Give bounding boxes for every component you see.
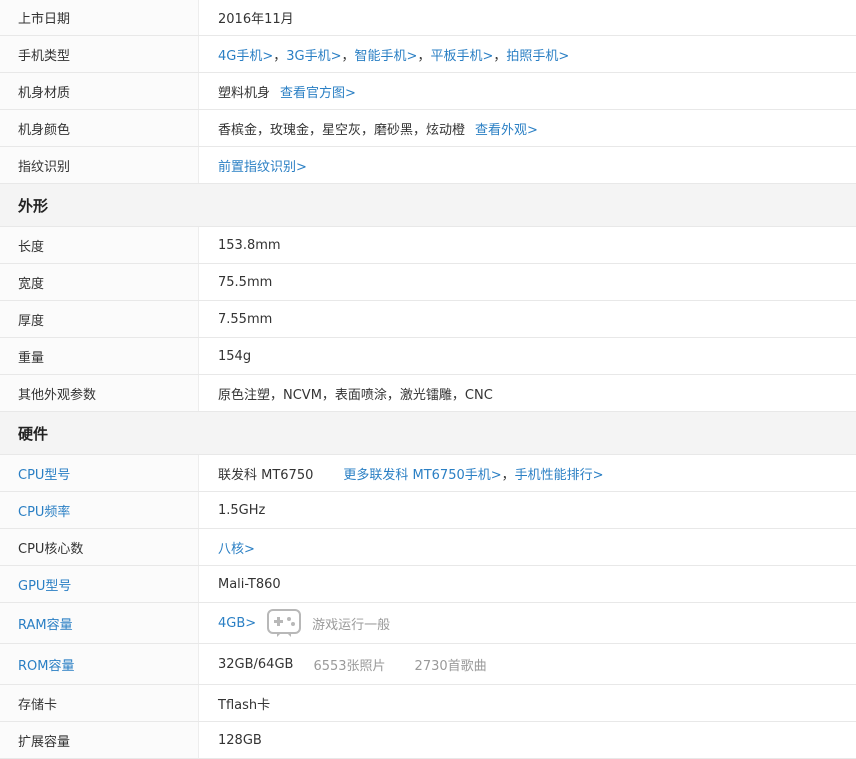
spec-value: 香槟金，玫瑰金，星空灰，磨砂黑，炫动橙 查看外观> [199, 110, 856, 146]
ram-label-link[interactable]: RAM容量 [0, 603, 199, 643]
color-text: 香槟金，玫瑰金，星空灰，磨砂黑，炫动橙 [218, 122, 466, 138]
type-link-smart[interactable]: 智能手机> [355, 45, 418, 64]
spec-value: 32GB/64GB 6553张照片 2730首歌曲 [199, 644, 856, 684]
type-link-4g[interactable]: 4G手机> [218, 45, 273, 64]
spec-value: 1.5GHz [218, 502, 266, 518]
view-appearance-link[interactable]: 查看外观> [475, 119, 538, 138]
spec-label: 指纹识别 [0, 147, 199, 183]
spec-row-rom: ROM容量 32GB/64GB 6553张照片 2730首歌曲 [0, 644, 856, 685]
spec-row-length: 长度 153.8mm [0, 227, 856, 264]
spec-value: 4GB> 游戏运行一般 [199, 603, 856, 643]
gamepad-icon [266, 607, 302, 639]
fingerprint-link[interactable]: 前置指纹识别> [218, 156, 307, 175]
cpu-model-text: 联发科 MT6750 [218, 467, 314, 483]
type-link-phablet[interactable]: 平板手机> [430, 45, 493, 64]
spec-label: 机身材质 [0, 73, 199, 109]
section-header-appearance: 外形 [0, 184, 856, 227]
spec-value: 八核> [199, 529, 856, 565]
spec-row-release-date: 上市日期 2016年11月 [0, 0, 856, 36]
view-official-images-link[interactable]: 查看官方图> [280, 82, 356, 101]
separator: ， [341, 48, 355, 64]
spec-label: 其他外观参数 [0, 375, 199, 411]
spec-label: 上市日期 [0, 0, 199, 35]
spec-row-phone-type: 手机类型 4G手机> ， 3G手机> ， 智能手机> ， 平板手机> ， 拍照手… [0, 36, 856, 73]
spec-label: 机身颜色 [0, 110, 199, 146]
spec-label: 重量 [0, 338, 199, 374]
separator: ， [273, 48, 287, 64]
spec-row-ram: RAM容量 4GB> 游戏运行一般 [0, 603, 856, 644]
ram-4gb-link[interactable]: 4GB> [218, 616, 256, 631]
spec-row-cpu-frequency: CPU频率 1.5GHz [0, 492, 856, 529]
spec-value: 153.8mm [218, 237, 281, 253]
spec-value: Tflash卡 [218, 697, 271, 713]
spec-table: 上市日期 2016年11月 手机类型 4G手机> ， 3G手机> ， 智能手机>… [0, 0, 856, 759]
spec-label: 厚度 [0, 301, 199, 337]
spec-value: 联发科 MT6750 更多联发科 MT6750手机> ， 手机性能排行> [199, 455, 856, 491]
spec-value: 原色注塑，NCVM，表面喷涂，激光镭雕，CNC [218, 387, 493, 403]
spec-value: 128GB [218, 732, 262, 748]
gpu-label-link[interactable]: GPU型号 [0, 566, 199, 602]
performance-ranking-link[interactable]: 手机性能排行> [515, 464, 604, 483]
separator: ， [493, 48, 507, 64]
spec-row-weight: 重量 154g [0, 338, 856, 375]
rom-label-link[interactable]: ROM容量 [0, 644, 199, 684]
song-capacity-note: 2730首歌曲 [414, 658, 487, 674]
spec-value: Mali-T860 [218, 576, 281, 592]
spec-label: 长度 [0, 227, 199, 263]
spec-row-expansion: 扩展容量 128GB [0, 722, 856, 759]
spec-row-gpu: GPU型号 Mali-T860 [0, 566, 856, 603]
spec-label: 存储卡 [0, 685, 199, 721]
spec-value: 4G手机> ， 3G手机> ， 智能手机> ， 平板手机> ， 拍照手机> [199, 36, 856, 72]
photo-capacity-note: 6553张照片 [313, 658, 386, 674]
cpu-frequency-label-link[interactable]: CPU频率 [0, 492, 199, 528]
separator: ， [501, 467, 515, 483]
spec-row-other-appearance: 其他外观参数 原色注塑，NCVM，表面喷涂，激光镭雕，CNC [0, 375, 856, 412]
spec-value: 75.5mm [218, 274, 273, 290]
type-link-3g[interactable]: 3G手机> [286, 45, 341, 64]
spec-row-fingerprint: 指纹识别 前置指纹识别> [0, 147, 856, 184]
spec-row-cpu-cores: CPU核心数 八核> [0, 529, 856, 566]
octa-core-link[interactable]: 八核> [218, 538, 255, 557]
separator: ， [417, 48, 431, 64]
spec-row-material: 机身材质 塑料机身 查看官方图> [0, 73, 856, 110]
spec-value: 塑料机身 查看官方图> [199, 73, 856, 109]
spec-row-cpu-model: CPU型号 联发科 MT6750 更多联发科 MT6750手机> ， 手机性能排… [0, 455, 856, 492]
spec-label: 手机类型 [0, 36, 199, 72]
spec-row-storage-card: 存储卡 Tflash卡 [0, 685, 856, 722]
spec-row-color: 机身颜色 香槟金，玫瑰金，星空灰，磨砂黑，炫动橙 查看外观> [0, 110, 856, 147]
material-text: 塑料机身 [218, 85, 271, 101]
spec-value: 2016年11月 [218, 11, 294, 27]
game-performance-note: 游戏运行一般 [312, 617, 391, 633]
section-header-hardware: 硬件 [0, 412, 856, 455]
spec-row-width: 宽度 75.5mm [0, 264, 856, 301]
rom-capacity-text: 32GB/64GB [218, 656, 294, 672]
spec-value: 7.55mm [218, 311, 273, 327]
spec-row-thickness: 厚度 7.55mm [0, 301, 856, 338]
spec-value: 前置指纹识别> [199, 147, 856, 183]
type-link-camera[interactable]: 拍照手机> [506, 45, 569, 64]
spec-label: 扩展容量 [0, 722, 199, 758]
cpu-model-label-link[interactable]: CPU型号 [0, 455, 199, 491]
spec-value: 154g [218, 348, 252, 364]
more-mt6750-phones-link[interactable]: 更多联发科 MT6750手机> [343, 464, 501, 483]
spec-label: 宽度 [0, 264, 199, 300]
spec-label: CPU核心数 [0, 529, 199, 565]
